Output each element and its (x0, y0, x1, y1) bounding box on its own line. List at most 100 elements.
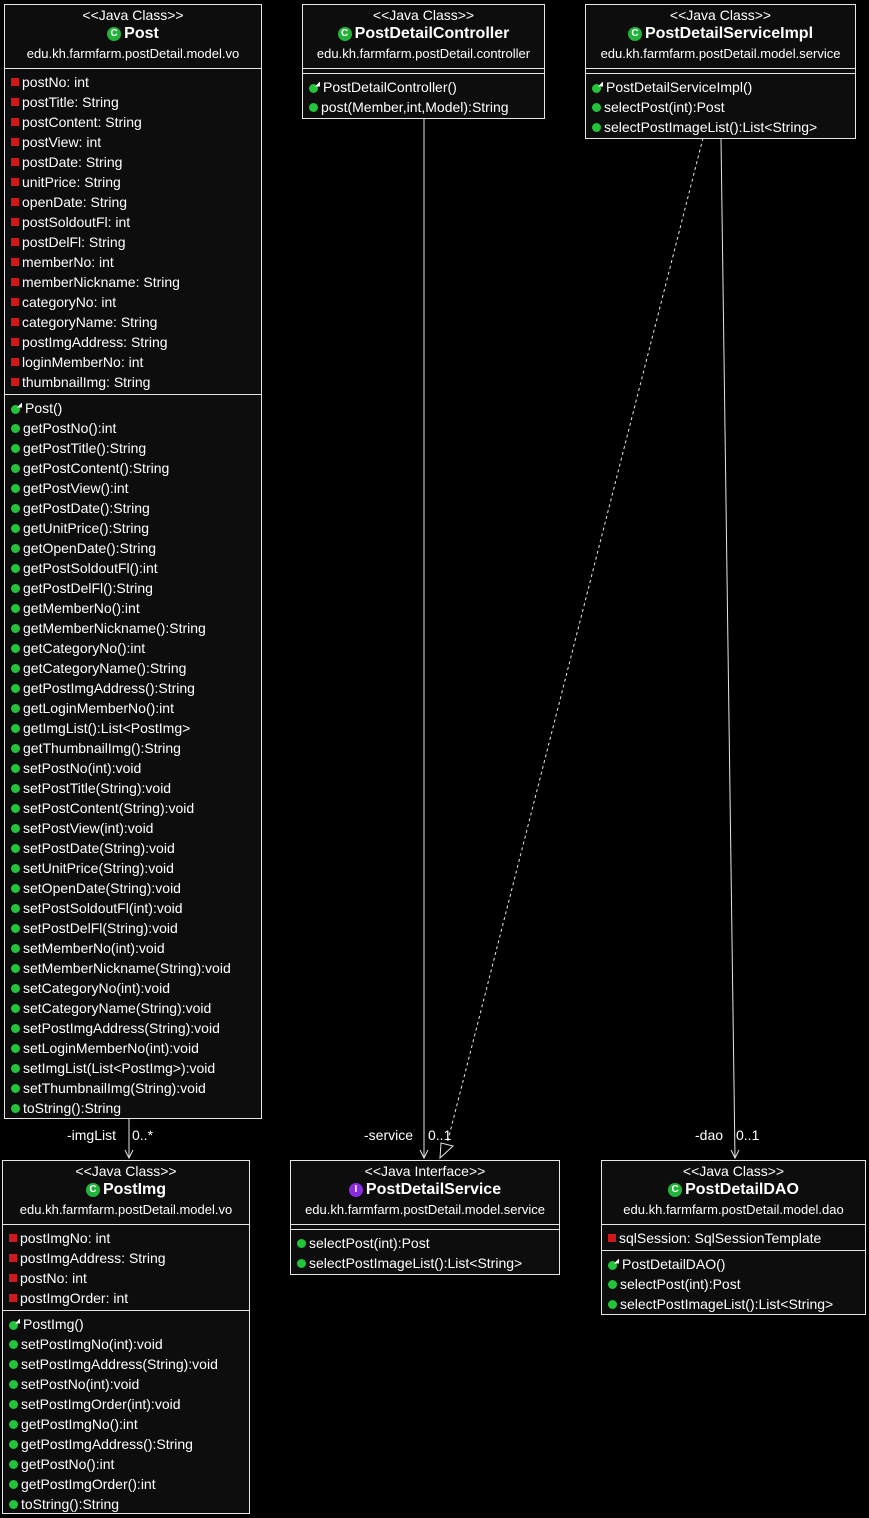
field-row[interactable]: postImgAddress: String (5, 332, 261, 352)
method-row[interactable]: setOpenDate(String):void (5, 878, 261, 898)
private-field-icon (11, 238, 19, 246)
private-field-icon (11, 318, 19, 326)
method-row[interactable]: setCategoryNo(int):void (5, 978, 261, 998)
method-row[interactable]: setPostNo(int):void (5, 758, 261, 778)
public-method-icon (9, 1399, 18, 1409)
method-row[interactable]: getCategoryNo():int (5, 638, 261, 658)
class-post-img[interactable]: <<Java Class>> C PostImg edu.kh.farmfarm.… (2, 1160, 250, 1514)
field-row[interactable]: postNo: int (3, 1268, 249, 1288)
class-post-detail-controller[interactable]: <<Java Class>> C PostDetailController edu… (302, 4, 545, 119)
method-row[interactable]: getPostContent():String (5, 458, 261, 478)
field-row[interactable]: sqlSession: SqlSessionTemplate (602, 1228, 865, 1248)
method-label: getCategoryNo():int (23, 640, 146, 656)
method-row[interactable]: getPostImgAddress():String (5, 678, 261, 698)
method-row[interactable]: getPostDelFl():String (5, 578, 261, 598)
method-row[interactable]: getUnitPrice():String (5, 518, 261, 538)
class-post[interactable]: <<Java Class>> C Post edu.kh.farmfarm.pos… (4, 4, 262, 1119)
class-post-detail-service-impl[interactable]: <<Java Class>> C PostDetailServiceImpl ed… (585, 4, 856, 139)
field-row[interactable]: postDelFl: String (5, 232, 261, 252)
class-icon: C (668, 1183, 683, 1197)
method-row[interactable]: getPostTitle():String (5, 438, 261, 458)
method-row[interactable]: getMemberNickname():String (5, 618, 261, 638)
method-row[interactable]: selectPostImageList():List<String> (586, 117, 855, 137)
method-row[interactable]: setPostImgNo(int):void (3, 1334, 249, 1354)
method-row[interactable]: selectPost(int):Post (291, 1233, 559, 1253)
public-method-icon (11, 743, 20, 753)
method-row[interactable]: setThumbnailImg(String):void (5, 1078, 261, 1098)
method-row[interactable]: selectPost(int):Post (602, 1274, 865, 1294)
method-row[interactable]: selectPost(int):Post (586, 97, 855, 117)
public-method-icon (11, 543, 20, 553)
constructor-row[interactable]: PostDetailDAO() (602, 1254, 865, 1274)
field-row[interactable]: postImgAddress: String (3, 1248, 249, 1268)
method-row[interactable]: selectPostImageList():List<String> (291, 1253, 559, 1273)
constructor-row[interactable]: Post() (5, 398, 261, 418)
field-row[interactable]: memberNickname: String (5, 272, 261, 292)
package-label: edu.kh.farmfarm.postDetail.model.vo (19, 1202, 233, 1217)
field-row[interactable]: loginMemberNo: int (5, 352, 261, 372)
field-row[interactable]: postView: int (5, 132, 261, 152)
method-row[interactable]: getPostView():int (5, 478, 261, 498)
method-row[interactable]: setPostView(int):void (5, 818, 261, 838)
method-row[interactable]: getCategoryName():String (5, 658, 261, 678)
method-row[interactable]: getOpenDate():String (5, 538, 261, 558)
method-row[interactable]: post(Member,int,Model):String (303, 97, 544, 117)
method-row[interactable]: toString():String (3, 1494, 249, 1514)
package-label: edu.kh.farmfarm.postDetail.model.service (305, 1202, 545, 1217)
method-row[interactable]: getImgList():List<PostImg> (5, 718, 261, 738)
field-row[interactable]: openDate: String (5, 192, 261, 212)
field-row[interactable]: postSoldoutFl: int (5, 212, 261, 232)
class-name: PostDetailDAO (685, 1181, 799, 1198)
method-row[interactable]: setPostImgAddress(String):void (5, 1018, 261, 1038)
method-row[interactable]: setLoginMemberNo(int):void (5, 1038, 261, 1058)
method-row[interactable]: getThumbnailImg():String (5, 738, 261, 758)
constructor-row[interactable]: PostDetailServiceImpl() (586, 77, 855, 97)
method-label: getMemberNickname():String (23, 620, 206, 636)
field-row[interactable]: categoryNo: int (5, 292, 261, 312)
method-row[interactable]: getPostDate():String (5, 498, 261, 518)
method-row[interactable]: setPostImgOrder(int):void (3, 1394, 249, 1414)
interface-post-detail-service[interactable]: <<Java Interface>> I PostDetailService ed… (290, 1160, 560, 1275)
method-row[interactable]: setImgList(List<PostImg>):void (5, 1058, 261, 1078)
field-row[interactable]: categoryName: String (5, 312, 261, 332)
method-label: selectPostImageList():List<String> (604, 119, 818, 135)
method-row[interactable]: setPostDelFl(String):void (5, 918, 261, 938)
method-row[interactable]: getPostImgNo():int (3, 1414, 249, 1434)
method-row[interactable]: selectPostImageList():List<String> (602, 1294, 865, 1314)
field-row[interactable]: memberNo: int (5, 252, 261, 272)
method-label: selectPostImageList():List<String> (309, 1255, 523, 1271)
method-row[interactable]: setMemberNo(int):void (5, 938, 261, 958)
method-row[interactable]: toString():String (5, 1098, 261, 1118)
method-row[interactable]: setPostSoldoutFl(int):void (5, 898, 261, 918)
field-row[interactable]: postDate: String (5, 152, 261, 172)
method-label: getPostSoldoutFl():int (23, 560, 158, 576)
field-row[interactable]: postTitle: String (5, 92, 261, 112)
field-row[interactable]: thumbnailImg: String (5, 372, 261, 392)
method-row[interactable]: setPostDate(String):void (5, 838, 261, 858)
method-row[interactable]: getPostImgAddress():String (3, 1434, 249, 1454)
method-row[interactable]: getPostSoldoutFl():int (5, 558, 261, 578)
public-method-icon (11, 463, 20, 473)
method-row[interactable]: getPostNo():int (5, 418, 261, 438)
method-row[interactable]: setMemberNickname(String):void (5, 958, 261, 978)
method-row[interactable]: setPostImgAddress(String):void (3, 1354, 249, 1374)
method-row[interactable]: setPostNo(int):void (3, 1374, 249, 1394)
method-row[interactable]: setUnitPrice(String):void (5, 858, 261, 878)
method-row[interactable]: setPostTitle(String):void (5, 778, 261, 798)
method-row[interactable]: setCategoryName(String):void (5, 998, 261, 1018)
field-row[interactable]: postContent: String (5, 112, 261, 132)
field-row[interactable]: postImgOrder: int (3, 1288, 249, 1308)
field-row[interactable]: postImgNo: int (3, 1228, 249, 1248)
method-row[interactable]: getMemberNo():int (5, 598, 261, 618)
method-row[interactable]: setPostContent(String):void (5, 798, 261, 818)
constructor-row[interactable]: PostImg() (3, 1314, 249, 1334)
method-row[interactable]: getPostImgOrder():int (3, 1474, 249, 1494)
class-post-detail-dao[interactable]: <<Java Class>> C PostDetailDAO edu.kh.far… (601, 1160, 866, 1315)
field-row[interactable]: unitPrice: String (5, 172, 261, 192)
method-label: setPostNo(int):void (21, 1376, 140, 1392)
field-row[interactable]: postNo: int (5, 72, 261, 92)
method-row[interactable]: getPostNo():int (3, 1454, 249, 1474)
constructor-row[interactable]: PostDetailController() (303, 77, 544, 97)
field-label: postSoldoutFl: int (22, 214, 131, 230)
method-row[interactable]: getLoginMemberNo():int (5, 698, 261, 718)
